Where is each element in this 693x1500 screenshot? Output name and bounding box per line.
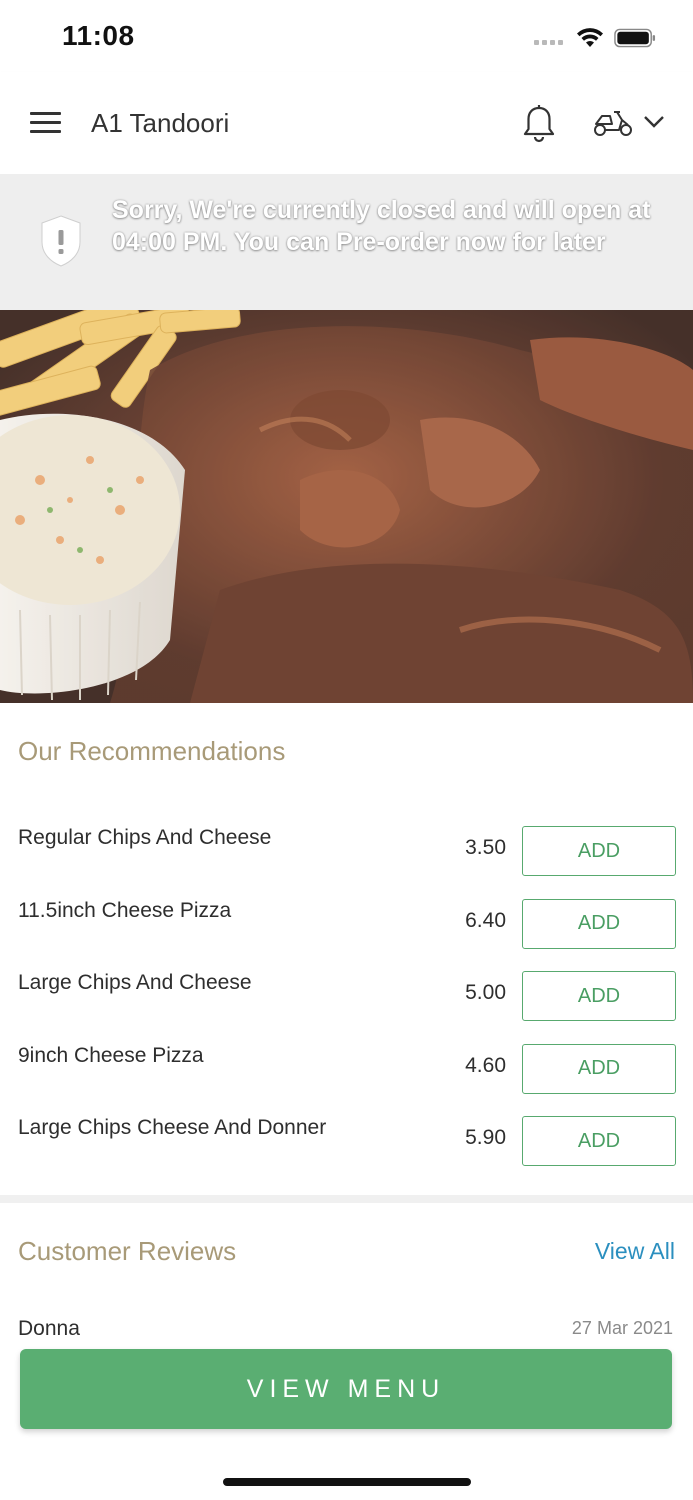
- recommendations-title: Our Recommendations: [18, 736, 286, 766]
- item-price: 3.50: [465, 836, 506, 859]
- section-divider: [0, 1195, 693, 1203]
- cellular-signal-icon: [534, 40, 564, 46]
- list-item: Large Chips And Cheese 5.00 ADD: [0, 955, 693, 1028]
- item-name: 9inch Cheese Pizza: [18, 1043, 204, 1067]
- item-price: 4.60: [465, 1053, 506, 1077]
- item-name: Large Chips Cheese And Donner: [18, 1116, 327, 1139]
- ribs-and-chips-image: [0, 310, 693, 703]
- closed-message: Sorry, We're currently closed and will o…: [112, 196, 651, 256]
- battery-icon: [614, 28, 656, 48]
- recommendations-list: Regular Chips And Cheese 3.50 ADD 11.5in…: [0, 810, 693, 1173]
- reviews-title: Customer Reviews: [18, 1236, 237, 1266]
- scooter-delivery-icon[interactable]: [592, 108, 634, 138]
- list-item: Regular Chips And Cheese 3.50 ADD: [0, 810, 693, 883]
- view-menu-button[interactable]: VIEW MENU: [20, 1349, 672, 1429]
- app-header: A1 Tandoori: [0, 72, 693, 174]
- chevron-down-icon[interactable]: [643, 114, 665, 130]
- home-indicator[interactable]: [223, 1478, 471, 1486]
- wifi-icon: [577, 28, 603, 47]
- add-button[interactable]: ADD: [522, 1116, 676, 1166]
- item-name: Regular Chips And Cheese: [18, 826, 272, 849]
- hero-food-image: [0, 310, 693, 703]
- add-button[interactable]: ADD: [522, 826, 676, 876]
- item-name: Large Chips And Cheese: [18, 971, 252, 994]
- list-item: Large Chips Cheese And Donner 5.90 ADD: [0, 1100, 693, 1173]
- add-button[interactable]: ADD: [522, 971, 676, 1021]
- menu-icon[interactable]: [30, 112, 61, 134]
- list-item: 9inch Cheese Pizza 4.60 ADD: [0, 1028, 693, 1101]
- list-item: 11.5inch Cheese Pizza 6.40 ADD: [0, 883, 693, 956]
- view-all-reviews-link[interactable]: View All: [595, 1238, 675, 1265]
- review-date: 27 Mar 2021: [571, 1318, 673, 1338]
- item-name: 11.5inch Cheese Pizza: [18, 898, 232, 922]
- bell-icon[interactable]: [520, 104, 558, 144]
- shield-alert-icon: [41, 215, 81, 267]
- item-price: 5.00: [465, 981, 506, 1004]
- add-button[interactable]: ADD: [522, 1043, 676, 1094]
- restaurant-title: A1 Tandoori: [91, 108, 230, 138]
- add-button[interactable]: ADD: [522, 898, 676, 949]
- item-price: 6.40: [465, 908, 506, 932]
- status-bar: 11:08: [0, 0, 693, 72]
- item-price: 5.90: [465, 1126, 506, 1149]
- review-author: Donna: [18, 1317, 80, 1339]
- status-time: 11:08: [62, 20, 135, 51]
- closed-banner: Sorry, We're currently closed and will o…: [0, 174, 693, 310]
